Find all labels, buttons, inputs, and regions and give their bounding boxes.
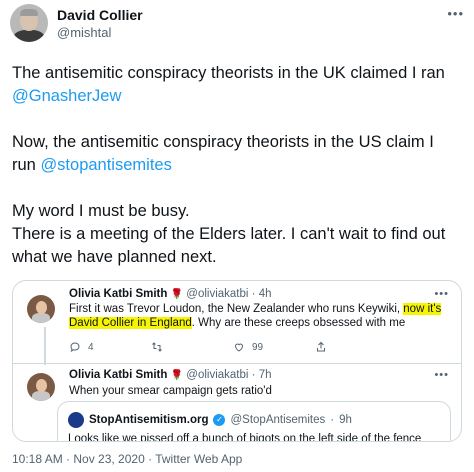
mention-link-stopantisemites[interactable]: @stopantisemites	[40, 156, 171, 174]
author-handle[interactable]: @mishtal	[57, 25, 111, 40]
avatar-face-shape	[36, 301, 47, 314]
stopantisemitism-logo-icon	[68, 412, 84, 428]
highlighted-text: now it's	[403, 303, 442, 315]
embedded-time[interactable]: 4h	[259, 288, 272, 300]
tweet-paragraph-2: Now, the antisemitic conspiracy theorist…	[12, 131, 460, 177]
more-icon[interactable]: •••	[447, 6, 464, 21]
tweet-paragraph-4: There is a meeting of the Elders later. …	[12, 225, 446, 266]
avatar-face-shape	[36, 379, 47, 392]
embedded-tweet-meta: Olivia Katbi Smith 🌹 @oliviakatbi · 7h	[69, 369, 272, 381]
avatar-shirt-shape	[32, 391, 50, 401]
reply-button[interactable]: 4	[69, 341, 94, 353]
retweet-button[interactable]	[151, 341, 163, 353]
thread-divider	[13, 363, 461, 364]
quoted-time[interactable]: 9h	[339, 414, 352, 426]
embedded-tweet-meta: Olivia Katbi Smith 🌹 @oliviakatbi · 4h	[69, 288, 272, 300]
highlighted-text: David Collier in England	[69, 317, 192, 329]
avatar-body-shape	[13, 30, 45, 42]
rose-icon: 🌹	[170, 370, 184, 381]
author-avatar[interactable]	[10, 4, 48, 42]
meta-separator: ·	[330, 414, 335, 426]
embedded-author-handle[interactable]: @oliviakatbi	[186, 369, 248, 381]
embedded-text-part: . Why are these creeps obsessed with me	[191, 317, 406, 329]
embedded-tweet-text: First it was Trevor Loudon, the New Zeal…	[69, 302, 453, 330]
olivia-avatar[interactable]	[27, 373, 55, 401]
tweet-actions: 4 99	[69, 341, 409, 355]
heart-icon	[234, 343, 244, 352]
like-count: 99	[252, 341, 264, 353]
rose-icon: 🌹	[170, 289, 184, 300]
quoted-tweet-card[interactable]: StopAntisemitism.org ✓ @StopAntisemites …	[57, 401, 451, 442]
verified-badge-icon: ✓	[213, 414, 226, 426]
tweet-paragraph-3: My word I must be busy.	[12, 202, 190, 220]
olivia-avatar[interactable]	[27, 295, 55, 323]
meta-separator: ·	[251, 288, 256, 300]
author-name[interactable]: David Collier	[57, 7, 143, 23]
share-icon	[317, 341, 325, 352]
embedded-time[interactable]: 7h	[259, 369, 272, 381]
tweet-paragraph-1: The antisemitic conspiracy theorists in …	[12, 62, 460, 108]
reply-icon	[70, 342, 80, 353]
quoted-author-name[interactable]: StopAntisemitism.org	[89, 414, 208, 426]
tweet-timestamp[interactable]: 10:18 AM · Nov 23, 2020 · Twitter Web Ap…	[12, 452, 242, 466]
embedded-author-name[interactable]: Olivia Katbi Smith	[69, 369, 167, 381]
more-icon[interactable]: •••	[434, 288, 449, 300]
quoted-tweet-meta: StopAntisemitism.org ✓ @StopAntisemites …	[68, 412, 352, 428]
tweet-text: The antisemitic conspiracy theorists in …	[12, 62, 460, 269]
reply-count: 4	[88, 341, 94, 353]
share-button[interactable]	[315, 341, 327, 353]
avatar-shirt-shape	[32, 313, 50, 323]
quoted-author-handle[interactable]: @StopAntisemites	[230, 414, 325, 426]
mention-link-gnasherjew[interactable]: @GnasherJew	[12, 87, 121, 105]
more-icon[interactable]: •••	[434, 369, 449, 381]
tweet-header: David Collier @mishtal •••	[10, 4, 464, 44]
tweet-text-line1: The antisemitic conspiracy theorists in …	[12, 64, 445, 82]
quoted-tweet-text: Looks like we pissed off a bunch of bigo…	[68, 433, 422, 442]
embedded-tweet-text: When your smear campaign gets ratio'd	[69, 385, 272, 397]
embedded-author-name[interactable]: Olivia Katbi Smith	[69, 288, 167, 300]
embedded-thread-card[interactable]: Olivia Katbi Smith 🌹 @oliviakatbi · 4h •…	[12, 280, 462, 442]
embedded-text-part: First it was Trevor Loudon, the New Zeal…	[69, 303, 404, 315]
thread-connector-line	[44, 327, 46, 365]
embedded-author-handle[interactable]: @oliviakatbi	[186, 288, 248, 300]
meta-separator: ·	[251, 369, 256, 381]
like-button[interactable]: 99	[233, 341, 263, 353]
avatar-hair-shape	[20, 9, 38, 16]
retweet-icon	[152, 342, 162, 352]
